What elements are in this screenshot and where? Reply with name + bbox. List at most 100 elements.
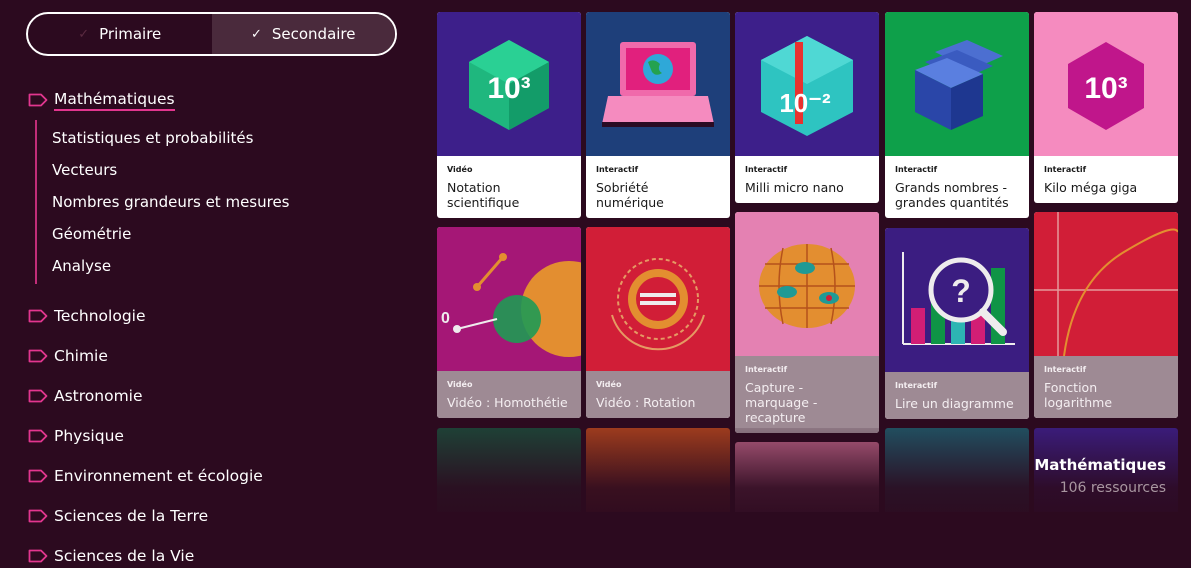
card-type: Interactif <box>895 381 938 390</box>
category-item-astronomie[interactable]: Astronomie <box>28 376 408 416</box>
log-curve-icon <box>1034 212 1178 356</box>
category-label: Environnement et écologie <box>54 467 263 485</box>
resource-card-homothetie[interactable]: 0 Vidéo Vidéo : Homothétie <box>437 227 581 418</box>
stacked-cubes-icon <box>885 12 1029 156</box>
resource-card-sobriete-numerique[interactable]: Interactif Sobriété numérique <box>586 12 730 218</box>
subcategory-item-nombres[interactable]: Nombres grandeurs et mesures <box>52 186 408 218</box>
subcategory-item-geometrie[interactable]: Géométrie <box>52 218 408 250</box>
subcategory-item-analyse[interactable]: Analyse <box>52 250 408 282</box>
category-item-sciences-terre[interactable]: Sciences de la Terre <box>28 496 408 536</box>
card-title: Capture - marquage - recapture <box>745 380 818 425</box>
resource-thumbnail <box>885 12 1029 156</box>
tag-icon <box>28 469 48 483</box>
card-meta: Interactif Kilo méga giga <box>1034 156 1178 203</box>
svg-text:0: 0 <box>441 310 450 327</box>
svg-text:10³: 10³ <box>487 72 530 105</box>
svg-text:10⁻²: 10⁻² <box>779 88 831 118</box>
category-label: Technologie <box>54 307 146 325</box>
resource-card-partial[interactable] <box>586 428 730 512</box>
card-meta: Interactif Milli micro nano <box>735 156 879 203</box>
summary-count: 106 ressources <box>1059 480 1166 496</box>
category-label: Astronomie <box>54 387 143 405</box>
card-meta: Vidéo Notation scientifique <box>437 156 581 218</box>
resource-thumbnail <box>735 212 879 356</box>
tag-icon <box>28 309 48 323</box>
tag-icon <box>28 549 48 563</box>
card-title: Milli micro nano <box>745 180 844 195</box>
resource-thumbnail <box>586 227 730 371</box>
category-item-technologie[interactable]: Technologie <box>28 296 408 336</box>
tag-icon <box>28 349 48 363</box>
resource-card-partial[interactable] <box>885 428 1029 512</box>
hexagon-cube-icon: 10³ <box>437 12 581 156</box>
card-title: Notation scientifique <box>447 180 520 210</box>
card-title: Kilo méga giga <box>1044 180 1138 195</box>
category-item-sciences-vie[interactable]: Sciences de la Vie <box>28 536 408 568</box>
secondary-level-label: Secondaire <box>271 25 356 43</box>
laptop-globe-icon <box>586 12 730 156</box>
card-type: Vidéo <box>596 380 622 389</box>
card-title: Vidéo : Rotation <box>596 395 696 410</box>
resource-thumbnail: ? <box>885 228 1029 372</box>
resource-card-milli-micro-nano[interactable]: 10⁻² Interactif Milli micro nano <box>735 12 879 203</box>
fish-net-icon <box>735 212 879 356</box>
subcategory-item-statistiques[interactable]: Statistiques et probabilités <box>52 122 408 154</box>
resource-card-fonction-logarithme[interactable]: Interactif Fonction logarithme <box>1034 212 1178 418</box>
level-toggle: ✓ Primaire ✓ Secondaire <box>26 12 397 56</box>
category-label: Chimie <box>54 347 108 365</box>
homothety-icon: 0 <box>437 227 581 371</box>
svg-text:?: ? <box>951 273 971 309</box>
category-item-mathematiques[interactable]: Mathématiques <box>28 80 408 120</box>
resource-card-capture-marquage[interactable]: Interactif Capture - marquage - recaptur… <box>735 212 879 433</box>
card-type: Interactif <box>1044 165 1087 174</box>
card-type: Interactif <box>745 365 788 374</box>
category-item-physique[interactable]: Physique <box>28 416 408 456</box>
resource-card-notation-scientifique[interactable]: 10³ Vidéo Notation scientifique <box>437 12 581 218</box>
card-meta: Interactif Grands nombres - grandes quan… <box>885 156 1029 218</box>
card-title: Sobriété numérique <box>596 180 664 210</box>
card-type: Vidéo <box>447 380 473 389</box>
tag-icon <box>28 389 48 403</box>
card-meta: Vidéo Vidéo : Rotation <box>586 371 730 418</box>
resource-thumbnail: 10³ <box>1034 12 1178 156</box>
resource-card-lire-diagramme[interactable]: ? Interactif Lire un diagramme <box>885 228 1029 419</box>
card-title: Vidéo : Homothétie <box>447 395 568 410</box>
resource-thumbnail <box>1034 212 1178 356</box>
resource-card-kilo-mega-giga[interactable]: 10³ Interactif Kilo méga giga <box>1034 12 1178 203</box>
card-type: Vidéo <box>447 165 473 174</box>
card-type: Interactif <box>596 165 639 174</box>
svg-text:10³: 10³ <box>1084 72 1127 105</box>
card-title: Grands nombres - grandes quantités <box>895 180 1009 210</box>
resource-card-grands-nombres[interactable]: Interactif Grands nombres - grandes quan… <box>885 12 1029 218</box>
resource-card-partial[interactable] <box>437 428 581 512</box>
card-meta: Interactif Sobriété numérique <box>586 156 730 218</box>
resource-thumbnail: 0 <box>437 227 581 371</box>
check-icon: ✓ <box>78 26 90 42</box>
resource-card-rotation[interactable]: Vidéo Vidéo : Rotation <box>586 227 730 418</box>
primary-level-label: Primaire <box>99 25 162 43</box>
subcategory-list: Statistiques et probabilités Vecteurs No… <box>35 120 408 284</box>
category-list: Mathématiques Statistiques et probabilit… <box>28 80 408 568</box>
rotation-icon <box>586 227 730 371</box>
subcategory-item-vecteurs[interactable]: Vecteurs <box>52 154 408 186</box>
category-item-chimie[interactable]: Chimie <box>28 336 408 376</box>
resource-thumbnail <box>586 12 730 156</box>
card-type: Interactif <box>895 165 938 174</box>
summary-title: Mathématiques <box>1034 456 1166 474</box>
resource-thumbnail: 10³ <box>437 12 581 156</box>
card-meta: Interactif Fonction logarithme <box>1034 356 1178 418</box>
card-meta: Vidéo Vidéo : Homothétie <box>437 371 581 418</box>
check-icon: ✓ <box>250 26 262 42</box>
category-item-environnement[interactable]: Environnement et écologie <box>28 456 408 496</box>
card-type: Interactif <box>745 165 788 174</box>
resource-card-partial[interactable] <box>735 442 879 512</box>
tag-icon <box>28 93 48 107</box>
category-label: Sciences de la Vie <box>54 547 195 565</box>
secondary-level-button[interactable]: ✓ Secondaire <box>211 14 395 54</box>
primary-level-button[interactable]: ✓ Primaire <box>28 14 212 54</box>
tag-icon <box>28 509 48 523</box>
card-meta: Interactif Capture - marquage - recaptur… <box>735 356 879 433</box>
resource-grid: 10³ Vidéo Notation scientifique Interact… <box>437 12 1182 512</box>
category-label: Physique <box>54 427 124 445</box>
card-title: Lire un diagramme <box>895 396 1014 411</box>
